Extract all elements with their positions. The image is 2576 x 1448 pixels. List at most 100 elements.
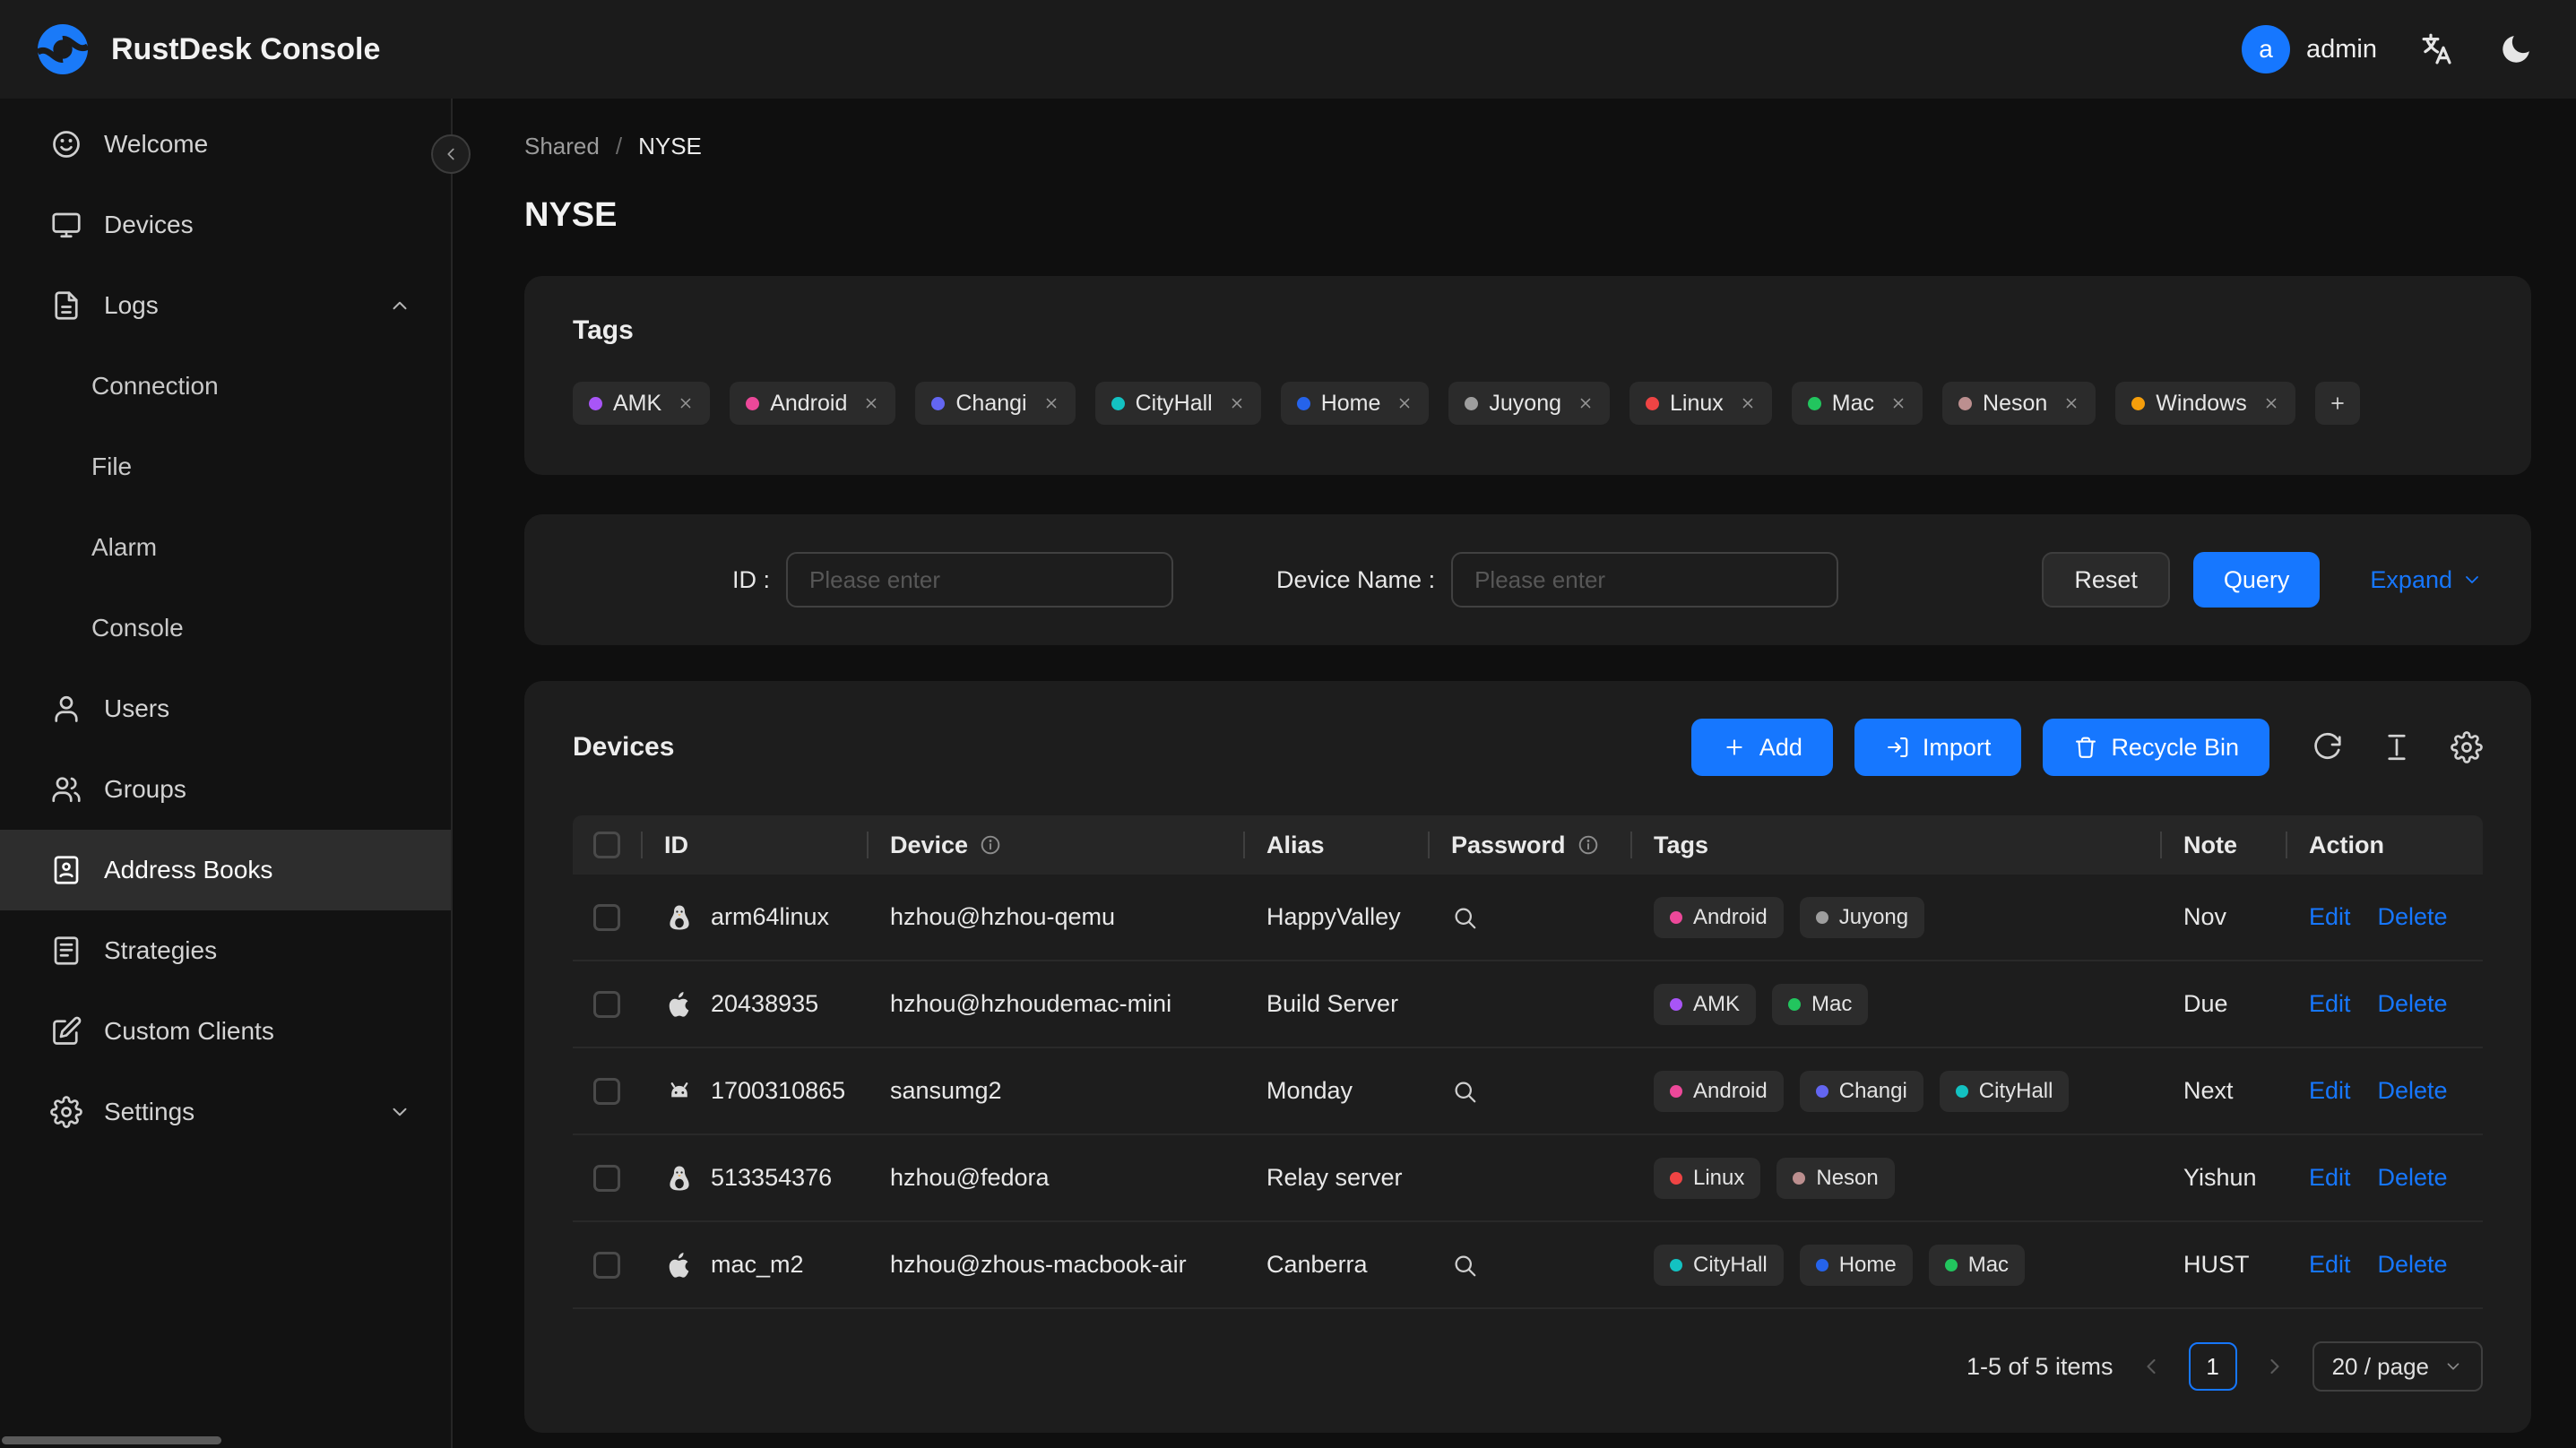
tag-chip-amk[interactable]: AMK: [573, 382, 711, 425]
recycle-bin-button[interactable]: Recycle Bin: [2043, 719, 2269, 776]
row-checkbox[interactable]: [593, 1077, 620, 1105]
row-checkbox[interactable]: [593, 1164, 620, 1192]
row-checkbox[interactable]: [593, 990, 620, 1018]
sidebar-item-devices[interactable]: Devices: [0, 185, 451, 265]
tag-chip-juyong[interactable]: Juyong: [1448, 382, 1611, 425]
tag-chip-linux[interactable]: Linux: [1629, 382, 1772, 425]
tag-chip-windows[interactable]: Windows: [2115, 382, 2295, 425]
remove-tag-icon[interactable]: [1885, 390, 1912, 417]
user-menu[interactable]: a admin: [2242, 25, 2377, 73]
row-checkbox[interactable]: [593, 1251, 620, 1279]
page-1-button[interactable]: 1: [2188, 1342, 2237, 1391]
sidebar-item-custom-clients[interactable]: Custom Clients: [0, 991, 451, 1072]
remove-tag-icon[interactable]: [2058, 390, 2085, 417]
password-info-icon[interactable]: [1577, 833, 1600, 857]
delete-link[interactable]: Delete: [2378, 990, 2448, 1018]
row-tags-cell: AMK Mac: [1630, 983, 2160, 1025]
remove-tag-icon[interactable]: [1572, 390, 1599, 417]
row-actions-cell: Edit Delete: [2286, 1077, 2483, 1105]
sidebar-item-welcome[interactable]: Welcome: [0, 104, 451, 185]
previous-page-icon[interactable]: [2139, 1354, 2164, 1379]
sidebar-item-label: Strategies: [104, 936, 218, 964]
select-all-checkbox[interactable]: [593, 832, 620, 858]
tag-color-dot: [1958, 396, 1973, 410]
remove-tag-icon[interactable]: [1734, 390, 1761, 417]
breadcrumb-shared[interactable]: Shared: [524, 133, 600, 160]
edit-link[interactable]: Edit: [2309, 1077, 2351, 1105]
device-tag: Neson: [1776, 1157, 1895, 1199]
device-id: 1700310865: [711, 1077, 846, 1104]
sidebar-item-strategies[interactable]: Strategies: [0, 910, 451, 991]
sidebar-item-users[interactable]: Users: [0, 668, 451, 749]
tag-chip-home[interactable]: Home: [1280, 382, 1430, 425]
sidebar-subitem-alarm[interactable]: Alarm: [0, 507, 451, 588]
edit-link[interactable]: Edit: [2309, 903, 2351, 931]
horizontal-scrollbar-thumb[interactable]: [2, 1436, 221, 1444]
device-tag: AMK: [1654, 983, 1757, 1025]
edit-square-icon: [50, 1015, 82, 1047]
add-button[interactable]: Add: [1690, 719, 1833, 776]
view-password-icon[interactable]: [1451, 1078, 1478, 1105]
page-size-select[interactable]: 20 / page: [2312, 1341, 2483, 1392]
sidebar-item-address-books[interactable]: Address Books: [0, 830, 451, 910]
sidebar-item-groups[interactable]: Groups: [0, 749, 451, 830]
device-name-input[interactable]: [1451, 552, 1839, 608]
sidebar-subitem-file[interactable]: File: [0, 427, 451, 507]
view-password-icon[interactable]: [1451, 1252, 1478, 1279]
edit-link[interactable]: Edit: [2309, 1251, 2351, 1279]
column-height-icon[interactable]: [2381, 731, 2413, 763]
remove-tag-icon[interactable]: [2258, 390, 2285, 417]
page-title: NYSE: [524, 196, 618, 234]
sidebar-collapse-button[interactable]: [431, 134, 471, 174]
sidebar-subitem-connection[interactable]: Connection: [0, 346, 451, 427]
device-info-icon[interactable]: [979, 833, 1002, 857]
app-title: RustDesk Console: [111, 31, 381, 66]
sidebar-item-settings[interactable]: Settings: [0, 1072, 451, 1152]
remove-tag-icon[interactable]: [672, 390, 699, 417]
tag-label: CityHall: [1978, 1078, 2053, 1103]
sidebar-subitem-console[interactable]: Console: [0, 588, 451, 668]
remove-tag-icon[interactable]: [1038, 390, 1065, 417]
device-tag: Android: [1654, 896, 1784, 938]
remove-tag-icon[interactable]: [1391, 390, 1418, 417]
edit-link[interactable]: Edit: [2309, 990, 2351, 1018]
tag-chip-cityhall[interactable]: CityHall: [1094, 382, 1261, 425]
reset-button[interactable]: Reset: [2042, 552, 2170, 608]
tag-label: Neson: [1983, 390, 2048, 416]
delete-link[interactable]: Delete: [2378, 1164, 2448, 1192]
tag-label: Home: [1838, 1252, 1897, 1277]
expand-label: Expand: [2370, 565, 2452, 593]
add-tag-button[interactable]: [2314, 382, 2360, 425]
view-password-icon[interactable]: [1451, 904, 1478, 931]
device-tag: CityHall: [1939, 1070, 2070, 1112]
refresh-icon[interactable]: [2311, 731, 2343, 763]
row-checkbox[interactable]: [593, 903, 620, 931]
devices-card-title: Devices: [573, 732, 675, 762]
language-icon[interactable]: [2418, 30, 2456, 68]
theme-toggle-icon[interactable]: [2497, 30, 2535, 68]
query-button[interactable]: Query: [2192, 552, 2321, 608]
remove-tag-icon[interactable]: [858, 390, 885, 417]
tag-chip-changi[interactable]: Changi: [915, 382, 1076, 425]
delete-link[interactable]: Delete: [2378, 903, 2448, 931]
tag-chip-android[interactable]: Android: [730, 382, 896, 425]
next-page-icon[interactable]: [2262, 1354, 2287, 1379]
sidebar-item-logs[interactable]: Logs: [0, 265, 451, 346]
remove-tag-icon[interactable]: [1223, 390, 1250, 417]
device-name: hzhou@zhous-macbook-air: [890, 1251, 1187, 1278]
table-settings-icon[interactable]: [2451, 731, 2483, 763]
delete-link[interactable]: Delete: [2378, 1251, 2448, 1279]
device-id-cell: arm64linux: [641, 902, 867, 933]
delete-link[interactable]: Delete: [2378, 1077, 2448, 1105]
file-icon: [50, 289, 82, 322]
expand-toggle[interactable]: Expand: [2370, 566, 2483, 594]
table-row: mac_m2 hzhou@zhous-macbook-air Canberra Cit…: [573, 1222, 2483, 1309]
import-button[interactable]: Import: [1854, 719, 2022, 776]
edit-link[interactable]: Edit: [2309, 1164, 2351, 1192]
tag-chip-neson[interactable]: Neson: [1942, 382, 2096, 425]
id-input[interactable]: [786, 552, 1174, 608]
device-id: 20438935: [711, 990, 819, 1017]
tag-chip-mac[interactable]: Mac: [1791, 382, 1923, 425]
device-tag: CityHall: [1654, 1244, 1784, 1286]
column-header-note: Note: [2160, 832, 2286, 859]
